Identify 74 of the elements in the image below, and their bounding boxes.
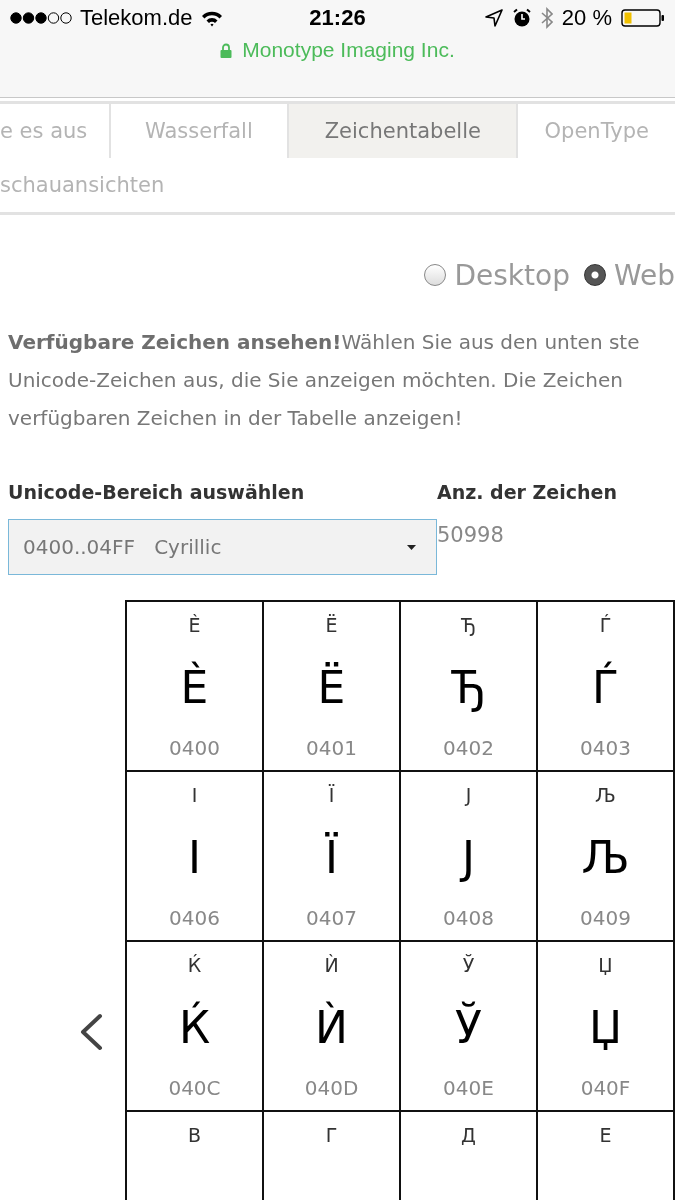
- intro-paragraph: Verfügbare Zeichen ansehen!Wählen Sie aus den unten ste Unicode-Zeichen aus, die Sie anzeigen möchten. Die Zeichen verfügbaren Zeichen in der Tabelle anzeigen!: [8, 329, 641, 432]
- glyph: Љ: [581, 831, 630, 885]
- character-cell[interactable]: Ј Ј 0408: [401, 772, 538, 942]
- radio-button[interactable]: [583, 264, 606, 286]
- tab[interactable]: Zeichentabelle: [289, 104, 519, 158]
- location-arrow-icon: [484, 9, 503, 27]
- glyph: І: [188, 831, 201, 885]
- character-cell[interactable]: Џ Џ 040F: [538, 942, 675, 1112]
- glyph: Ў: [455, 1000, 482, 1055]
- glyph-preview: Ђ: [461, 613, 476, 638]
- wifi-icon: [200, 9, 223, 27]
- glyph-preview: Ј: [465, 783, 472, 808]
- glyph: Ѐ: [180, 660, 209, 715]
- glyph: Џ: [588, 1001, 623, 1055]
- code-point: 040E: [443, 1076, 494, 1100]
- glyph-preview: Д: [461, 1123, 476, 1148]
- range-label: Unicode-Bereich auswählen: [8, 481, 306, 505]
- glyph-preview: Ѐ: [188, 613, 201, 638]
- battery-icon: [621, 8, 665, 28]
- glyph: Ё: [317, 661, 346, 715]
- character-cell[interactable]: Ѓ Ѓ 0403: [538, 602, 675, 772]
- signal-icon: [10, 11, 72, 25]
- clock-time: 21:26: [309, 5, 366, 31]
- glyph-preview: В: [187, 1123, 201, 1148]
- glyph-preview: Ї: [328, 783, 335, 808]
- count-label: Anz. der Zeichen: [437, 481, 617, 505]
- code-point: 040C: [168, 1076, 221, 1100]
- code-point: 0406: [169, 906, 220, 930]
- glyph: Ќ: [178, 1000, 211, 1055]
- character-cell[interactable]: Г: [264, 1112, 401, 1200]
- character-cell[interactable]: Ї Ї 0407: [264, 772, 401, 942]
- character-cell[interactable]: Ѝ Ѝ 040D: [264, 942, 401, 1112]
- caret-icon: [407, 544, 416, 550]
- character-count: 50998: [437, 523, 505, 547]
- code-point: 0409: [580, 906, 631, 930]
- glyph: Ѓ: [592, 660, 619, 715]
- character-cell[interactable]: В: [127, 1112, 264, 1200]
- code-point: 0401: [306, 736, 357, 760]
- glyph: Ѝ: [315, 1000, 348, 1055]
- code-point: 0400: [169, 736, 220, 760]
- glyph-preview: Љ: [595, 783, 616, 808]
- character-cell[interactable]: Ђ Ђ 0402: [401, 602, 538, 772]
- character-cell[interactable]: Е: [538, 1112, 675, 1200]
- code-point: 040D: [304, 1076, 359, 1100]
- bluetooth-icon: [540, 7, 553, 29]
- code-point: 0408: [443, 906, 494, 930]
- character-cell[interactable]: Ў Ў 040E: [401, 942, 538, 1112]
- glyph-preview: Ё: [325, 613, 338, 638]
- glyph-preview: Ѝ: [324, 953, 339, 978]
- lock-icon: [220, 42, 233, 58]
- glyph: Ї: [325, 831, 338, 885]
- code-point: 0402: [443, 736, 494, 760]
- carrier-name: Telekom.de: [80, 5, 193, 31]
- battery-percent: 20 %: [561, 5, 612, 31]
- character-cell[interactable]: Љ Љ 0409: [538, 772, 675, 942]
- radio-button[interactable]: [424, 264, 447, 286]
- character-cell[interactable]: Ќ Ќ 040C: [127, 942, 264, 1112]
- glyph-preview: Ў: [462, 953, 475, 978]
- character-cell[interactable]: Ё Ё 0401: [264, 602, 401, 772]
- glyph-preview: Ѓ: [599, 613, 612, 638]
- glyph-preview: Ќ: [187, 953, 202, 978]
- code-point: 040F: [580, 1076, 631, 1100]
- glyph-preview: Џ: [598, 953, 613, 978]
- character-cell[interactable]: Д: [401, 1112, 538, 1200]
- glyph: Ђ: [451, 661, 486, 715]
- character-cell[interactable]: І І 0406: [127, 772, 264, 942]
- code-point: 0407: [306, 906, 357, 930]
- glyph-preview: Г: [325, 1123, 338, 1148]
- code-point: 0403: [580, 736, 631, 760]
- character-cell[interactable]: Ѐ Ѐ 0400: [127, 602, 264, 772]
- range-select[interactable]: 0400..04FF Cyrillic: [8, 519, 437, 575]
- glyph-preview: І: [191, 783, 198, 808]
- alarm-clock-icon: [511, 8, 532, 28]
- glyph-preview: Е: [599, 1123, 612, 1148]
